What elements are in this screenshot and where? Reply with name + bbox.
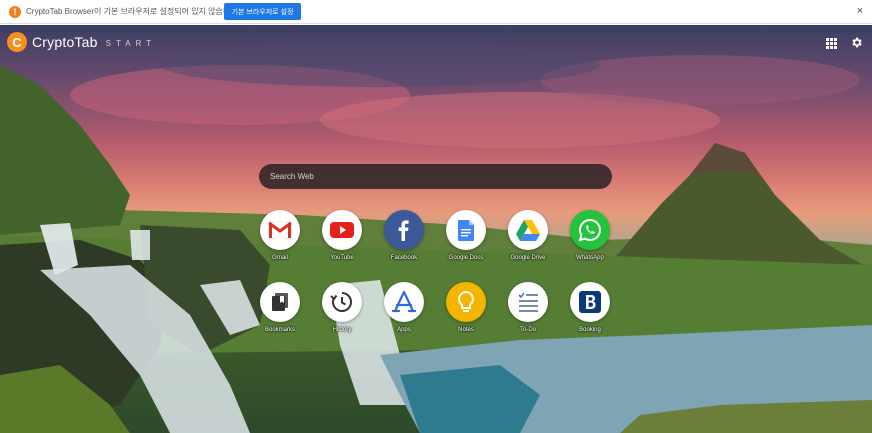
shortcut-google-docs[interactable]: Google Docs	[438, 210, 494, 274]
shortcut-bookmarks[interactable]: Bookmarks	[252, 282, 308, 346]
apps-grid-icon[interactable]	[826, 38, 837, 49]
notes-icon	[446, 282, 486, 322]
brand-subtitle: START	[105, 38, 157, 48]
shortcut-todo[interactable]: To-Do	[500, 282, 556, 346]
cryptotab-logo-icon: C	[7, 32, 27, 52]
close-icon[interactable]: ×	[857, 5, 863, 17]
shortcut-label: Facebook	[390, 255, 418, 261]
landscape-illustration	[0, 43, 872, 433]
shortcut-label: Notes	[458, 327, 474, 333]
apps-icon	[384, 282, 424, 322]
whatsapp-icon	[570, 210, 610, 250]
shortcut-history[interactable]: History	[314, 282, 370, 346]
shortcut-label: Gmail	[272, 255, 288, 261]
shortcut-label: Apps	[397, 327, 411, 333]
booking-icon	[570, 282, 610, 322]
shortcut-google-drive[interactable]: Google Drive	[500, 210, 556, 274]
google-drive-icon	[508, 210, 548, 250]
shortcut-label: Google Drive	[510, 255, 546, 261]
brand-name: CryptoTab	[32, 34, 98, 50]
shortcut-label: WhatsApp	[576, 255, 604, 261]
facebook-icon	[384, 210, 424, 250]
shortcut-youtube[interactable]: YouTube	[314, 210, 370, 274]
shortcut-whatsapp[interactable]: WhatsApp	[562, 210, 618, 274]
gear-icon[interactable]	[850, 36, 863, 49]
shortcut-apps[interactable]: Apps	[376, 282, 432, 346]
history-icon	[322, 282, 362, 322]
shortcut-notes[interactable]: Notes	[438, 282, 494, 346]
google-docs-icon	[446, 210, 486, 250]
todo-icon	[508, 282, 548, 322]
bookmarks-icon	[260, 282, 300, 322]
shortcut-facebook[interactable]: Facebook	[376, 210, 432, 274]
info-icon: !	[9, 5, 21, 18]
shortcut-gmail[interactable]: Gmail	[252, 210, 308, 274]
shortcut-label: To-Do	[519, 327, 536, 333]
shortcut-label: History	[332, 327, 352, 333]
shortcut-label: Google Docs	[448, 255, 484, 261]
shortcut-label: YouTube	[330, 255, 354, 261]
shortcut-label: Booking	[579, 327, 601, 333]
set-default-browser-button[interactable]: 기본 브라우저로 설정	[224, 3, 301, 20]
youtube-icon	[322, 210, 362, 250]
gmail-icon	[260, 210, 300, 250]
shortcut-booking[interactable]: Booking	[562, 282, 618, 346]
default-browser-infobar: ! CryptoTab Browser이 기본 브라우저로 설정되어 있지 않습…	[0, 0, 872, 24]
brand[interactable]: C CryptoTab START	[7, 32, 156, 52]
shortcut-label: Bookmarks	[264, 327, 295, 333]
search-input[interactable]	[259, 164, 612, 189]
infobar-message: CryptoTab Browser이 기본 브라우저로 설정되어 있지 않습니다	[26, 7, 238, 16]
background-landscape	[0, 25, 872, 433]
